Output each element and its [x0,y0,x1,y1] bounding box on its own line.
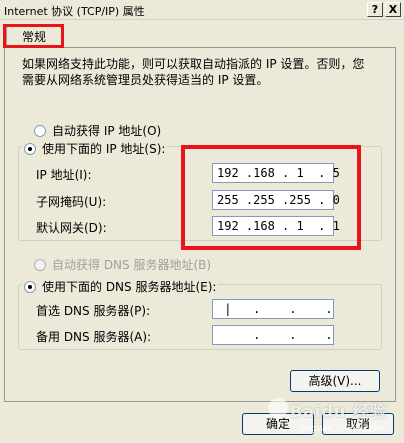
manual-dns-label: 使用下面的 DNS 服务器地址(E): [42,280,217,294]
preferred-dns-field[interactable]: | . . . [212,299,334,319]
ip-address-field[interactable]: 192 .168 . 1 . 5 [212,163,340,183]
tab-general[interactable]: 常规 [6,26,62,48]
auto-dns-radio[interactable] [34,258,46,271]
manual-ip-option[interactable]: 使用下面的 IP 地址(S): [22,140,168,157]
preferred-dns-label: 首选 DNS 服务器(P): [36,304,151,318]
gateway-field[interactable]: 192 .168 . 1 . 1 [212,216,340,236]
window-title: Internet 协议 (TCP/IP) 属性 [4,5,145,18]
gateway-label: 默认网关(D): [36,221,107,235]
auto-dns-option[interactable]: 自动获得 DNS 服务器地址(B) [34,256,211,273]
auto-ip-label: 自动获得 IP 地址(O) [52,124,162,138]
close-button[interactable]: X [385,2,401,17]
ip-address-label: IP 地址(I): [36,168,92,182]
manual-dns-radio[interactable] [24,280,36,293]
title-bar: Internet 协议 (TCP/IP) 属性 ? X [0,0,404,20]
manual-ip-label: 使用下面的 IP 地址(S): [42,142,166,156]
manual-ip-radio[interactable] [24,142,36,155]
alternate-dns-label: 备用 DNS 服务器(A): [36,330,152,344]
manual-dns-option[interactable]: 使用下面的 DNS 服务器地址(E): [22,278,219,295]
intro-text: 如果网络支持此功能，则可以获取自动指派的 IP 设置。否则，您需要从网络系统管理… [22,57,365,87]
help-button[interactable]: ? [367,2,383,17]
subnet-mask-label: 子网掩码(U): [36,195,107,209]
watermark-text: Baidu 经验 [290,402,387,421]
auto-dns-label: 自动获得 DNS 服务器地址(B) [52,258,212,272]
advanced-button[interactable]: 高级(V)... [290,370,380,392]
auto-ip-option[interactable]: 自动获得 IP 地址(O) [34,122,161,139]
alternate-dns-field[interactable]: . . . [212,325,334,345]
auto-ip-radio[interactable] [34,124,46,137]
subnet-mask-field[interactable]: 255 .255 .255 . 0 [212,190,340,210]
watermark-url: jingyan.baidu.com [300,424,384,434]
baidu-paw-logo [268,398,288,418]
